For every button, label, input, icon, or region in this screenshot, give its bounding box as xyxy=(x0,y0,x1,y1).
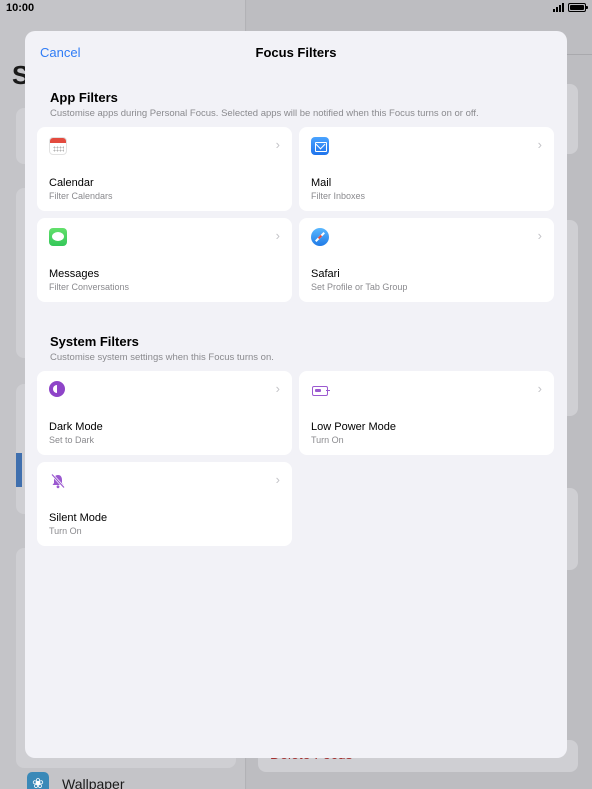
signal-icon xyxy=(553,3,564,12)
sheet-header: Cancel Focus Filters xyxy=(25,31,567,73)
filter-name: Messages xyxy=(49,268,100,280)
messages-icon xyxy=(49,228,67,246)
filter-name: Calendar xyxy=(49,177,94,189)
status-bar: 10:00 xyxy=(0,0,592,16)
filter-name: Dark Mode xyxy=(49,421,103,433)
filter-name: Low Power Mode xyxy=(311,421,396,433)
filter-card-mail[interactable]: › Mail Filter Inboxes xyxy=(299,127,554,211)
app-filters-subtitle: Customise apps during Personal Focus. Se… xyxy=(50,108,479,119)
filter-name: Silent Mode xyxy=(49,512,108,524)
focus-filters-sheet: Cancel Focus Filters App Filters Customi… xyxy=(25,31,567,758)
filter-description: Turn On xyxy=(49,526,82,536)
dark-mode-icon xyxy=(49,381,65,397)
chevron-right-icon: › xyxy=(537,137,542,152)
system-filters-subtitle: Customise system settings when this Focu… xyxy=(50,352,274,363)
wallpaper-icon: ❀ xyxy=(27,772,49,789)
status-time: 10:00 xyxy=(6,2,35,14)
chevron-right-icon: › xyxy=(275,228,280,243)
filter-description: Filter Inboxes xyxy=(311,191,366,201)
chevron-right-icon: › xyxy=(537,228,542,243)
safari-icon xyxy=(311,228,329,246)
chevron-right-icon: › xyxy=(537,381,542,396)
chevron-right-icon: › xyxy=(275,381,280,396)
filter-description: Turn On xyxy=(311,435,344,445)
mail-icon xyxy=(311,137,329,155)
filter-name: Safari xyxy=(311,268,340,280)
filter-description: Filter Conversations xyxy=(49,282,130,292)
battery-icon xyxy=(568,3,588,12)
silent-mode-icon xyxy=(49,472,67,490)
filter-card-messages[interactable]: › Messages Filter Conversations xyxy=(37,218,292,302)
system-filters-title: System Filters xyxy=(50,334,139,349)
filter-card-calendar[interactable]: › Calendar Filter Calendars xyxy=(37,127,292,211)
chevron-right-icon: › xyxy=(275,137,280,152)
background-wallpaper-label: Wallpaper xyxy=(62,776,125,789)
filter-name: Mail xyxy=(311,177,332,189)
chevron-right-icon: › xyxy=(275,472,280,487)
background-selected-indicator xyxy=(16,453,22,487)
calendar-icon xyxy=(49,137,67,155)
filter-description: Set to Dark xyxy=(49,435,95,445)
filter-card-silent-mode[interactable]: › Silent Mode Turn On xyxy=(37,462,292,546)
filter-card-low-power-mode[interactable]: › Low Power Mode Turn On xyxy=(299,371,554,455)
filter-description: Set Profile or Tab Group xyxy=(311,282,408,292)
filter-description: Filter Calendars xyxy=(49,191,113,201)
filter-card-dark-mode[interactable]: › Dark Mode Set to Dark xyxy=(37,371,292,455)
status-icons xyxy=(553,3,588,12)
filter-card-safari[interactable]: › Safari Set Profile or Tab Group xyxy=(299,218,554,302)
sheet-title: Focus Filters xyxy=(255,45,337,60)
low-power-icon xyxy=(311,381,329,399)
app-filters-title: App Filters xyxy=(50,90,118,105)
